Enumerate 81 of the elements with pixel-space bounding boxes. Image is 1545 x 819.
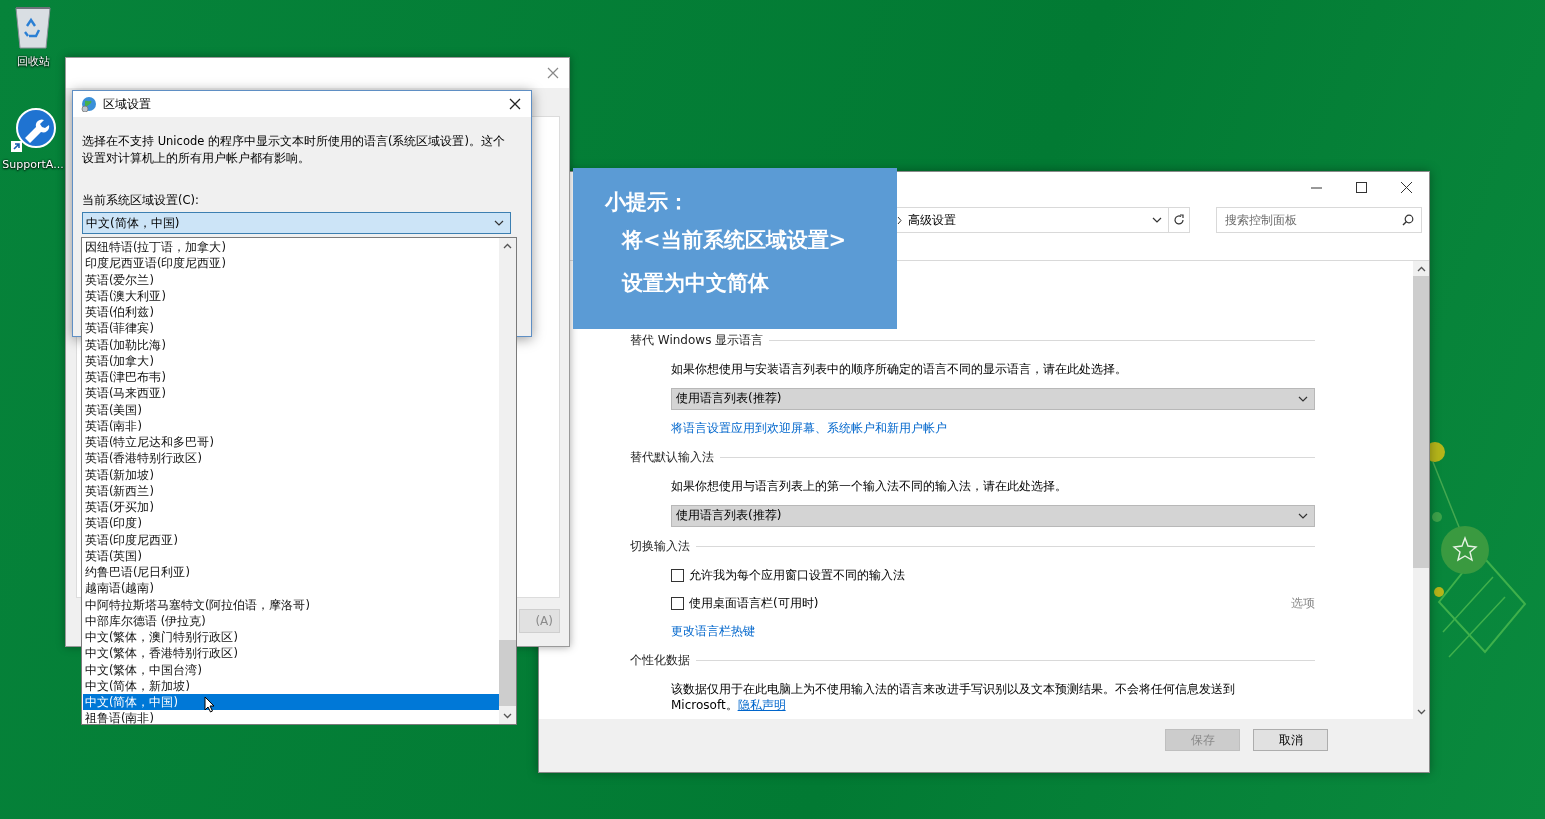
checkbox-label[interactable]: 允许我为每个应用窗口设置不同的输入法 — [689, 566, 905, 584]
search-icon[interactable] — [1402, 214, 1414, 226]
icon-label[interactable]: 回收站 — [16, 54, 50, 69]
settings-link[interactable]: 将语言设置应用到欢迎屏幕、系统帐户和新用户帐户 — [671, 419, 947, 437]
chevron-down-icon — [1298, 512, 1308, 519]
checkbox-label[interactable]: 使用桌面语言栏(可用时) — [689, 594, 819, 612]
cancel-button[interactable]: 取消 — [1253, 729, 1328, 751]
list-item[interactable]: 中文(繁体，香港特别行政区) — [83, 645, 499, 662]
chevron-down-icon — [1298, 395, 1308, 402]
locale-dropdown[interactable]: 中文(简体，中国) — [82, 212, 511, 234]
list-item[interactable]: 英语(澳大利亚) — [83, 287, 499, 304]
section-title: 替代 Windows 显示语言 — [630, 331, 764, 349]
list-item[interactable]: 英语(印度尼西亚) — [83, 531, 499, 548]
icon-label[interactable]: SupportA... — [2, 158, 64, 171]
description-text: 如果你想使用与语言列表上的第一个输入法不同的输入法，请在此处选择。 — [671, 477, 1067, 495]
section-title: 替代默认输入法 — [630, 448, 714, 466]
scroll-up-icon[interactable] — [1416, 266, 1426, 272]
scrollbar[interactable] — [1413, 261, 1429, 719]
list-item[interactable]: 英语(爱尔兰) — [83, 271, 499, 288]
options-link[interactable]: 选项 — [1291, 594, 1315, 612]
description-text: 选择在不支持 Unicode 的程序中显示文本时所使用的语言(系统区域设置)。这个设置对计算机上的所有用户帐户都有影响。 — [82, 133, 506, 167]
pointer-icon — [204, 696, 215, 713]
breadcrumb-item[interactable]: 高级设置 — [908, 211, 956, 229]
language-dropdown[interactable]: 使用语言列表(推荐) — [671, 387, 1315, 410]
list-item[interactable]: 英语(津巴布韦) — [83, 369, 499, 386]
description-text: 如果你想使用与安装语言列表中的顺序所确定的语言不同的显示语言，请在此处选择。 — [671, 360, 1127, 378]
list-item[interactable]: 因纽特语(拉丁语，加拿大) — [83, 239, 499, 256]
list-item[interactable]: 英语(菲律宾) — [83, 320, 499, 337]
list-item[interactable]: 印度尼西亚语(印度尼西亚) — [83, 255, 499, 272]
list-item[interactable]: 英语(加拿大) — [83, 352, 499, 369]
list-item[interactable]: 英语(印度) — [83, 515, 499, 532]
search-field[interactable]: 搜索控制面板 — [1216, 207, 1422, 233]
list-item[interactable]: 英语(特立尼达和多巴哥) — [83, 434, 499, 451]
close-icon[interactable] — [1401, 181, 1412, 193]
list-item[interactable]: 英语(美国) — [83, 401, 499, 418]
scrollbar-thumb[interactable] — [499, 640, 516, 706]
list-item[interactable]: 英语(马来西亚) — [83, 385, 499, 402]
paragraph-text: 该数据仅用于在此电脑上为不使用输入法的语言来改进手写识别以及文本预测结果。不会将任何信息发送到 Microsoft。隐私声明 — [670, 681, 1236, 713]
chevron-down-icon — [1152, 217, 1162, 223]
maximize-icon[interactable] — [1356, 181, 1367, 193]
list-item[interactable]: 约鲁巴语(尼日利亚) — [83, 564, 499, 581]
close-icon[interactable] — [509, 98, 521, 110]
checkbox[interactable] — [671, 596, 684, 610]
list-item[interactable]: 英语(南非) — [83, 417, 499, 434]
list-item[interactable]: 英语(新加坡) — [83, 466, 499, 483]
list-item[interactable]: 祖鲁语(南非) — [83, 710, 499, 727]
chevron-right-icon — [897, 215, 902, 225]
scroll-down-icon[interactable] — [503, 713, 512, 719]
list-item[interactable]: 英语(香港特别行政区) — [83, 450, 499, 467]
list-item[interactable]: 英语(牙买加) — [83, 499, 499, 516]
list-item[interactable]: 英语(加勒比海) — [83, 336, 499, 353]
list-item[interactable]: 中文(繁体，中国台湾) — [83, 661, 499, 678]
language-dropdown[interactable]: 使用语言列表(推荐) — [671, 504, 1315, 527]
privacy-link[interactable]: 隐私声明 — [737, 698, 786, 712]
tip-text: 设置为中文简体 — [620, 270, 770, 297]
globe-icon — [81, 96, 97, 112]
scroll-up-icon[interactable] — [503, 243, 512, 249]
checkbox[interactable] — [671, 568, 684, 582]
section-title: 切换输入法 — [630, 537, 690, 555]
recycle-bin-icon[interactable] — [13, 4, 53, 50]
list-item[interactable]: 英语(伯利兹) — [83, 304, 499, 321]
window-title: 区域设置 — [103, 95, 152, 113]
list-item[interactable]: 越南语(越南) — [83, 580, 499, 597]
scroll-down-icon[interactable] — [1416, 709, 1426, 715]
scrollbar[interactable] — [499, 238, 516, 724]
tip-title: 小提示： — [605, 189, 690, 216]
scrollbar-thumb[interactable] — [1413, 276, 1429, 568]
list-item[interactable]: 中阿特拉斯塔马塞特文(阿拉伯语，摩洛哥) — [83, 596, 499, 613]
wrench-icon[interactable] — [10, 108, 56, 154]
tip-text: 将<当前系统区域设置> — [620, 227, 848, 254]
list-item[interactable]: 中文(繁体，澳门特别行政区) — [83, 629, 499, 646]
list-item[interactable]: 英语(英国) — [83, 547, 499, 564]
list-item[interactable]: 中文(简体，中国) — [83, 694, 499, 711]
list-item[interactable]: 中文(简体，新加坡) — [83, 677, 499, 694]
list-item[interactable]: 中部库尔德语 (伊拉克) — [83, 612, 499, 629]
field-label: 当前系统区域设置(C): — [82, 193, 200, 208]
list-item[interactable]: 英语(新西兰) — [83, 482, 499, 499]
section-title: 个性化数据 — [630, 651, 690, 669]
settings-link[interactable]: 更改语言栏热键 — [671, 622, 755, 640]
refresh-icon[interactable] — [1173, 214, 1185, 226]
chevron-down-icon — [494, 220, 504, 226]
